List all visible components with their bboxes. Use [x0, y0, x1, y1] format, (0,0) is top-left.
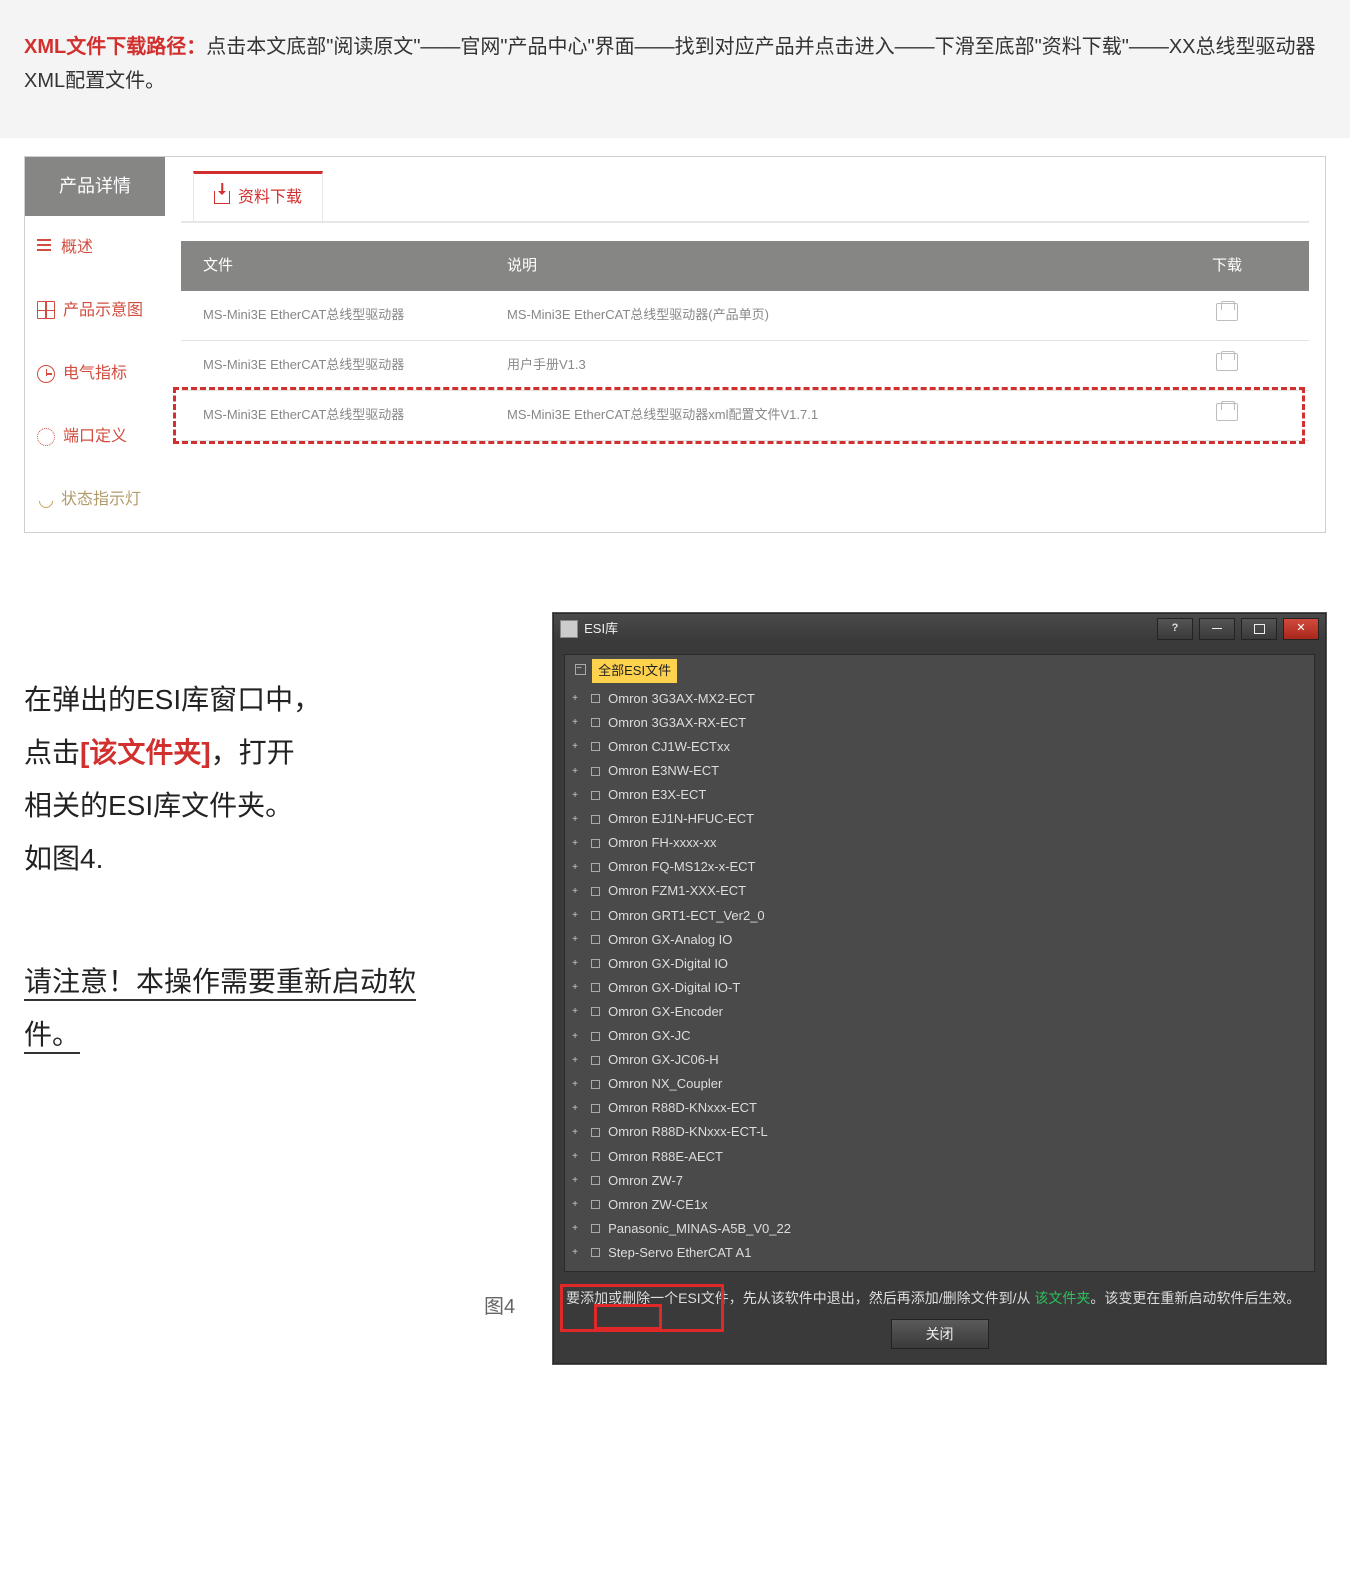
tree-item[interactable]: Omron GX-Digital IO-T [571, 976, 1308, 1000]
tree-item[interactable]: Step-Servo EtherCAT A1 [571, 1241, 1308, 1265]
tree-item[interactable]: Omron R88D-KNxxx-ECT [571, 1096, 1308, 1120]
dialog-close-button[interactable]: 关闭 [891, 1319, 989, 1349]
tree-item[interactable]: Omron R88E-AECT [571, 1145, 1308, 1169]
esi-library-window: ESI库 ? 全部ESI文件 Omron 3G3AX-MX2-ECTOmron … [553, 613, 1326, 1364]
tree-item[interactable]: Omron GX-Encoder [571, 1000, 1308, 1024]
sidebar-item-label: 概述 [61, 234, 93, 261]
product-detail-panel: 产品详情 概述 产品示意图 电气指标 端口定义 状态指示灯 资料下载 文件 说明… [24, 156, 1326, 533]
tab-downloads[interactable]: 资料下载 [193, 171, 323, 221]
cell-download[interactable] [1145, 341, 1309, 390]
tree-item[interactable]: Omron 3G3AX-RX-ECT [571, 711, 1308, 735]
tree-item[interactable]: Omron FQ-MS12x-x-ECT [571, 855, 1308, 879]
step-line: 点击[该文件夹]，打开 [24, 726, 454, 779]
tab-label: 资料下载 [238, 184, 302, 211]
tree-item[interactable]: Omron E3NW-ECT [571, 759, 1308, 783]
tree-item[interactable]: Omron GX-JC [571, 1024, 1308, 1048]
cell-desc: 用户手册V1.3 [485, 342, 1145, 388]
table-row: MS-Mini3E EtherCAT总线型驱动器MS-Mini3E EtherC… [181, 391, 1309, 441]
tree-item[interactable]: Omron CJ1W-ECTxx [571, 735, 1308, 759]
cell-file: MS-Mini3E EtherCAT总线型驱动器 [181, 292, 485, 338]
titlebar: ESI库 ? [554, 614, 1325, 644]
hint-text: 要添加或删除一个ESI文件，先从该软件中退出，然后再添加/删除文件到/从 该文件… [554, 1282, 1325, 1319]
close-button[interactable] [1283, 618, 1319, 640]
tree-item[interactable]: Omron GX-Digital IO [571, 952, 1308, 976]
cell-file: MS-Mini3E EtherCAT总线型驱动器 [181, 392, 485, 438]
maximize-button[interactable] [1241, 618, 1277, 640]
sidebar-item-label: 电气指标 [63, 360, 127, 387]
tree-item[interactable]: Omron GX-Analog IO [571, 928, 1308, 952]
download-file-icon [1216, 403, 1238, 421]
table-header: 文件 说明 下载 [181, 241, 1309, 291]
cell-desc: MS-Mini3E EtherCAT总线型驱动器xml配置文件V1.7.1 [485, 392, 1145, 438]
tree-item[interactable]: Omron R88D-KNxxx-ECT-L [571, 1120, 1308, 1144]
sidebar-item-electrical[interactable]: 电气指标 [25, 342, 165, 405]
sidebar-item-label: 产品示意图 [63, 297, 143, 324]
tree-item[interactable]: Omron 3G3AX-MX2-ECT [571, 687, 1308, 711]
sidebar-item-label: 状态指示灯 [61, 486, 141, 513]
table-row: MS-Mini3E EtherCAT总线型驱动器MS-Mini3E EtherC… [181, 291, 1309, 341]
tree-item[interactable]: Omron E3X-ECT [571, 783, 1308, 807]
step-text: 在弹出的ESI库窗口中， 点击[该文件夹]，打开 相关的ESI库文件夹。 如图4… [24, 613, 454, 1062]
gear-icon [37, 428, 55, 446]
download-icon [214, 191, 230, 204]
step-line: 如图4. [24, 832, 454, 885]
app-icon [560, 620, 578, 638]
wrench-icon [37, 492, 53, 508]
step-line: 相关的ESI库文件夹。 [24, 779, 454, 832]
sidebar-item-ports[interactable]: 端口定义 [25, 405, 165, 468]
tree-item[interactable]: Omron GRT1-ECT_Ver2_0 [571, 904, 1308, 928]
step-line: 在弹出的ESI库窗口中， [24, 673, 454, 726]
list-icon [37, 239, 53, 255]
tree-item[interactable]: Omron FZM1-XXX-ECT [571, 879, 1308, 903]
esi-tree[interactable]: 全部ESI文件 Omron 3G3AX-MX2-ECTOmron 3G3AX-R… [564, 654, 1315, 1272]
cell-download[interactable] [1145, 391, 1309, 440]
clock-icon [37, 365, 55, 383]
tree-item[interactable]: Omron GX-JC06-H [571, 1048, 1308, 1072]
cell-file: MS-Mini3E EtherCAT总线型驱动器 [181, 342, 485, 388]
sidebar-item-status-led[interactable]: 状态指示灯 [25, 468, 165, 531]
download-file-icon [1216, 353, 1238, 371]
sidebar-item-overview[interactable]: 概述 [25, 216, 165, 279]
minimize-button[interactable] [1199, 618, 1235, 640]
sidebar-header[interactable]: 产品详情 [25, 157, 165, 216]
tree-item[interactable]: Omron FH-xxxx-xx [571, 831, 1308, 855]
tree-item[interactable]: Omron NX_Coupler [571, 1072, 1308, 1096]
folder-link[interactable]: 该文件夹 [1034, 1290, 1090, 1306]
tree-item[interactable]: Omron EJ1N-HFUC-ECT [571, 807, 1308, 831]
tab-row: 资料下载 [181, 171, 1309, 223]
grid-icon [37, 301, 55, 319]
window-title: ESI库 [584, 618, 1151, 640]
xml-path-body: 点击本文底部"阅读原文"——官网"产品中心"界面——找到对应产品并点击进入——下… [24, 36, 1316, 92]
highlight-folder: [该文件夹] [80, 737, 211, 768]
sidebar: 产品详情 概述 产品示意图 电气指标 端口定义 状态指示灯 [25, 157, 165, 532]
warning-text: 请注意！本操作需要重新启动软件。 [24, 966, 416, 1054]
sidebar-item-label: 端口定义 [63, 423, 127, 450]
intro-paragraph: XML文件下载路径：点击本文底部"阅读原文"——官网"产品中心"界面——找到对应… [0, 0, 1350, 138]
tree-root[interactable]: 全部ESI文件 [571, 659, 1308, 683]
col-download: 下载 [1145, 241, 1309, 291]
col-desc: 说明 [485, 241, 1145, 291]
figure-label: 图4 [484, 1290, 515, 1324]
col-file: 文件 [181, 241, 485, 291]
tree-item[interactable]: Omron ZW-7 [571, 1169, 1308, 1193]
tree-item[interactable]: Omron ZW-CE1x [571, 1193, 1308, 1217]
xml-path-prefix: XML文件下载路径： [24, 36, 206, 58]
help-button[interactable]: ? [1157, 618, 1193, 640]
tree-item[interactable]: Panasonic_MINAS-A5B_V0_22 [571, 1217, 1308, 1241]
download-file-icon [1216, 303, 1238, 321]
cell-download[interactable] [1145, 291, 1309, 340]
sidebar-item-schematic[interactable]: 产品示意图 [25, 279, 165, 342]
cell-desc: MS-Mini3E EtherCAT总线型驱动器(产品单页) [485, 292, 1145, 338]
table-row: MS-Mini3E EtherCAT总线型驱动器用户手册V1.3 [181, 341, 1309, 391]
